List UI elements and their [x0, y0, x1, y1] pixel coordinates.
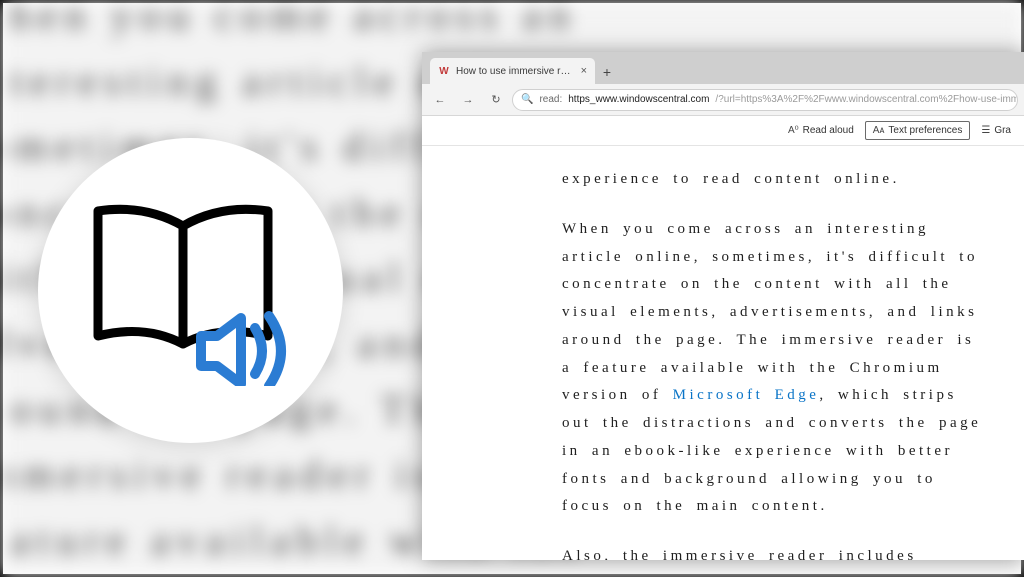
read-aloud-button[interactable]: A⁰ Read aloud: [781, 122, 861, 139]
tab-bar: W How to use immersive reader o × +: [422, 52, 1024, 84]
speaker-icon: A⁰: [788, 125, 799, 136]
address-bar: ← → ↻ 🔍 read: https_www.windowscentral.c…: [422, 84, 1024, 116]
browser-window: W How to use immersive reader o × + ← → …: [422, 52, 1024, 560]
article-paragraph: Also, the immersive reader includes sett…: [562, 543, 994, 560]
text-icon: Aᴀ: [873, 125, 885, 136]
url-host: https_www.windowscentral.com: [568, 94, 709, 105]
url-rest: /?url=https%3A%2F%2Fwww.windowscentral.c…: [715, 94, 1018, 105]
search-icon: 🔍: [521, 94, 533, 105]
new-tab-button[interactable]: +: [595, 60, 619, 84]
book-speaker-icon: [83, 196, 298, 386]
tab-title: How to use immersive reader o: [456, 66, 575, 77]
back-button[interactable]: ←: [428, 88, 452, 112]
forward-button[interactable]: →: [456, 88, 480, 112]
text-preferences-button[interactable]: Aᴀ Text preferences: [865, 121, 971, 140]
article-paragraph: experience to read content online.: [562, 166, 994, 194]
article-text: When you come across an interesting arti…: [562, 221, 978, 404]
tab-favicon: W: [438, 65, 450, 77]
url-field[interactable]: 🔍 read: https_www.windowscentral.com /?u…: [512, 89, 1018, 111]
article-text: , which strips out the distractions and …: [562, 387, 981, 514]
close-tab-icon[interactable]: ×: [581, 65, 587, 77]
read-aloud-label: Read aloud: [803, 125, 854, 136]
reader-content: experience to read content online. When …: [422, 146, 1024, 560]
grammar-label: Gra: [994, 125, 1011, 136]
refresh-button[interactable]: ↻: [484, 88, 508, 112]
microsoft-edge-link[interactable]: Microsoft Edge: [673, 387, 820, 403]
text-preferences-label: Text preferences: [888, 125, 962, 136]
browser-tab[interactable]: W How to use immersive reader o ×: [430, 58, 595, 84]
grammar-tools-button[interactable]: ☰ Gra: [974, 122, 1018, 139]
grammar-icon: ☰: [981, 125, 990, 136]
reader-logo-circle: [38, 138, 343, 443]
url-prefix: read:: [539, 94, 562, 105]
reader-toolbar: A⁰ Read aloud Aᴀ Text preferences ☰ Gra: [422, 116, 1024, 146]
article-paragraph: When you come across an interesting arti…: [562, 216, 994, 521]
